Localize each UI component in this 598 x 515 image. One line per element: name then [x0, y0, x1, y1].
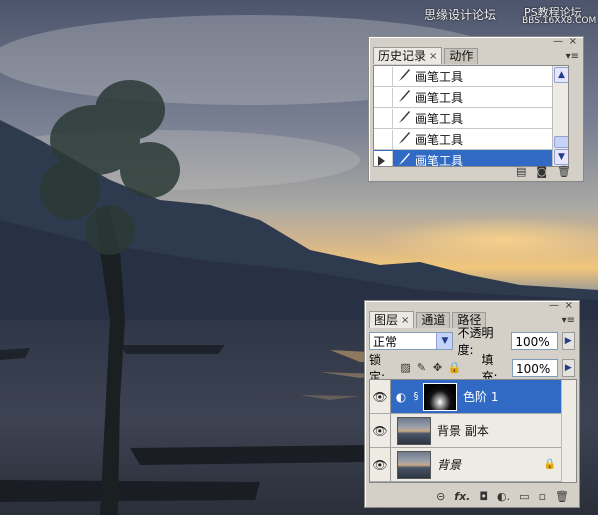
eye-icon: 👁: [372, 457, 388, 472]
eye-icon: 👁: [372, 389, 388, 404]
history-state[interactable]: 画笔工具: [374, 129, 568, 150]
lock-position-icon[interactable]: ✥: [432, 362, 444, 374]
adjustment-layer-icon: ◐: [395, 389, 407, 404]
scroll-thumb[interactable]: [554, 136, 568, 148]
tab-layers[interactable]: 图层 ×: [369, 311, 415, 328]
close-tab-icon[interactable]: ×: [401, 313, 409, 328]
history-state-label: 画笔工具: [415, 111, 464, 126]
watermark-url: BBS.16XX8.COM: [522, 16, 597, 26]
new-document-from-state-icon[interactable]: ▤: [516, 166, 526, 178]
layer-thumbnail: [397, 450, 431, 479]
layer-row-levels[interactable]: 👁 ◐ § 色阶 1: [370, 380, 576, 414]
layer-thumbnail: [397, 416, 431, 445]
watermark-site: 思缘设计论坛: [424, 8, 497, 22]
tab-channels[interactable]: 通道: [416, 312, 451, 328]
opacity-input[interactable]: 100%: [511, 332, 558, 350]
visibility-toggle[interactable]: 👁: [370, 380, 391, 413]
layer-name: 背景: [437, 458, 462, 472]
visibility-toggle[interactable]: 👁: [370, 448, 391, 481]
new-layer-icon[interactable]: ▫: [539, 491, 546, 503]
close-button[interactable]: ×: [569, 37, 577, 47]
brush-icon: [393, 131, 415, 148]
trash-icon[interactable]: 🗑: [555, 491, 569, 503]
history-state[interactable]: 画笔工具: [374, 87, 568, 108]
close-tab-icon[interactable]: ×: [429, 49, 437, 64]
history-source-checkbox[interactable]: [374, 129, 393, 149]
history-bottom-toolbar: ▤ ◙ 🗑: [369, 163, 583, 181]
layer-row-background-copy[interactable]: 👁 背景 副本: [370, 414, 576, 448]
history-source-checkbox[interactable]: [374, 108, 393, 128]
history-state-label: 画笔工具: [415, 69, 464, 84]
tab-channels-label: 通道: [421, 313, 446, 327]
history-list: 画笔工具 画笔工具 画笔工具 画笔工具 画笔工具 ▲ ▼: [373, 65, 569, 167]
visibility-toggle[interactable]: 👁: [370, 414, 391, 447]
history-source-checkbox[interactable]: [374, 66, 393, 86]
opacity-slider-button[interactable]: ▶: [561, 332, 575, 350]
minimize-button[interactable]: —: [549, 301, 559, 311]
lock-fill-row: 锁定: ▨ ✎ ✥ 🔒 填充: 100% ▶: [369, 353, 576, 384]
blend-mode-value: 正常: [373, 335, 398, 349]
blend-mode-select[interactable]: 正常 ▼: [369, 332, 454, 350]
eye-icon: 👁: [372, 423, 388, 438]
tab-history-label: 历史记录: [378, 48, 427, 63]
scroll-up-button[interactable]: ▲: [554, 67, 568, 83]
new-group-icon[interactable]: ▭: [519, 491, 529, 503]
adjustment-layer-menu-icon[interactable]: ◐.: [497, 491, 510, 503]
history-panel: — × 历史记录 × 动作 ▾≡ 画笔工具 画笔工具 画笔工具 画笔工具 画笔工…: [368, 36, 584, 182]
trash-icon[interactable]: 🗑: [557, 166, 571, 178]
panel-title-bar[interactable]: — ×: [369, 37, 583, 47]
tab-actions-label: 动作: [449, 49, 474, 63]
history-scrollbar[interactable]: ▲ ▼: [552, 66, 568, 166]
brush-icon: [393, 89, 415, 106]
history-state[interactable]: 画笔工具: [374, 66, 568, 87]
lock-all-icon[interactable]: 🔒: [448, 362, 462, 374]
blend-opacity-row: 正常 ▼ 不透明度: 100% ▶: [369, 326, 575, 357]
lock-options: ▨ ✎ ✥ 🔒: [400, 362, 462, 374]
layers-scrollbar[interactable]: [561, 380, 576, 482]
tab-history[interactable]: 历史记录 ×: [373, 47, 443, 64]
brush-icon: [393, 110, 415, 127]
layer-row-background[interactable]: 👁 背景 🔒: [370, 448, 576, 482]
history-state-label: 画笔工具: [415, 132, 464, 147]
tab-layers-label: 图层: [374, 312, 399, 327]
panel-menu-icon[interactable]: ▾≡: [562, 315, 575, 326]
tab-actions[interactable]: 动作: [444, 48, 479, 64]
snapshot-icon[interactable]: ◙: [536, 166, 547, 178]
history-tab-bar: 历史记录 × 动作 ▾≡: [369, 47, 583, 64]
link-layers-icon[interactable]: ⊝: [436, 491, 445, 503]
fill-input[interactable]: 100%: [512, 359, 558, 377]
fill-slider-button[interactable]: ▶: [561, 359, 576, 377]
history-source-checkbox[interactable]: [374, 87, 393, 107]
layer-list: 👁 ◐ § 色阶 1 👁 背景 副本 👁 背景 🔒: [369, 379, 577, 483]
layers-bottom-toolbar: ⊝ fx. ◘ ◐. ▭ ▫ 🗑: [365, 487, 579, 507]
history-state-label: 画笔工具: [415, 90, 464, 105]
lock-icon: 🔒: [543, 459, 556, 470]
layer-mask-thumbnail[interactable]: [423, 382, 457, 411]
fx-icon[interactable]: fx.: [454, 491, 470, 503]
lock-transparent-icon[interactable]: ▨: [400, 362, 412, 374]
minimize-button[interactable]: —: [553, 37, 563, 47]
layer-name: 色阶 1: [463, 390, 499, 404]
layer-name: 背景 副本: [437, 424, 489, 438]
history-state[interactable]: 画笔工具: [374, 108, 568, 129]
panel-menu-icon[interactable]: ▾≡: [566, 51, 579, 62]
link-mask-icon[interactable]: §: [411, 391, 421, 402]
lock-image-icon[interactable]: ✎: [416, 362, 428, 374]
brush-icon: [393, 68, 415, 85]
close-button[interactable]: ×: [565, 301, 573, 311]
panel-title-bar[interactable]: — ×: [365, 301, 579, 311]
chevron-down-icon[interactable]: ▼: [436, 333, 453, 349]
add-mask-icon[interactable]: ◘: [479, 491, 488, 503]
layers-panel: — × 图层 × 通道 路径 ▾≡ 正常 ▼ 不透明度: 100% ▶ 锁定: …: [364, 300, 580, 508]
